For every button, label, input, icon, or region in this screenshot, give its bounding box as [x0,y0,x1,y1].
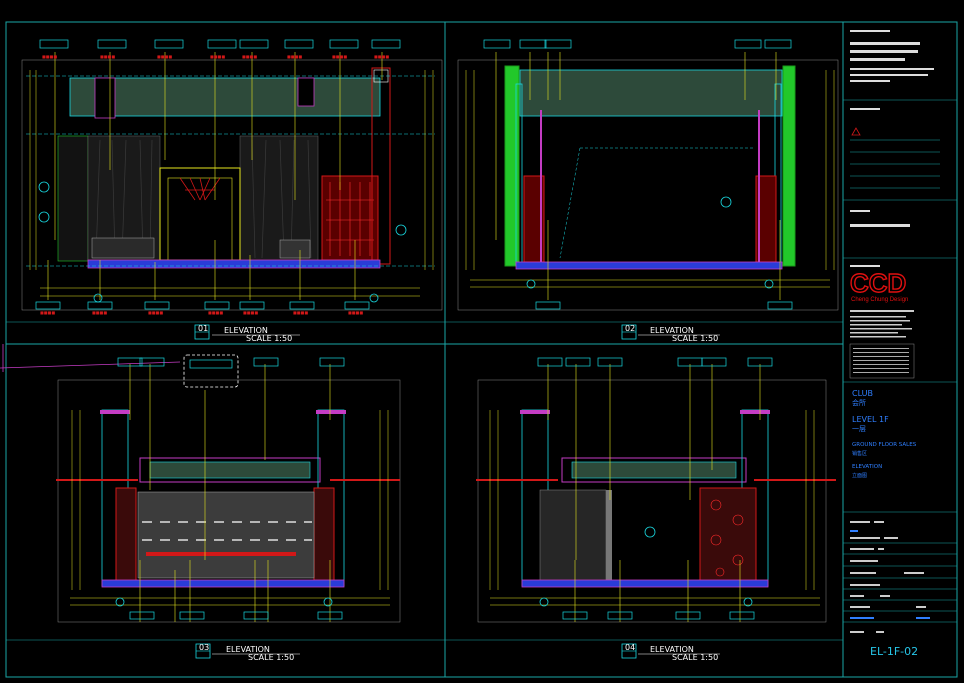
drawing-sheet: ■■■■ ■■■■ ■■■■ ■■■■ ■■■■ ■■■■ ■■■■ ■■■■ ■■■■ ■… [0,21,958,678]
brand-subtitle: Cheng Chung Design [851,297,908,303]
svg-text:■■■■: ■■■■ [157,54,172,59]
svg-text:■■■■: ■■■■ [210,54,225,59]
view-02-id: 02 [625,324,635,333]
svg-text:■■■■: ■■■■ [208,310,223,315]
warning-icon [851,127,861,136]
svg-text:■■■■: ■■■■ [374,54,389,59]
elevation-view-01: ■■■■ ■■■■ ■■■■ ■■■■ ■■■■ ■■■■ ■■■■ ■■■■ ■■■■ ■… [21,39,443,315]
view-01-scale: SCALE 1:50 [246,334,292,343]
elevation-view-02 [457,39,839,311]
svg-text:■■■■: ■■■■ [332,54,347,59]
elevation-view-03 [56,354,401,623]
caption-view-01: 01 ELEVATION SCALE 1:50 [194,324,300,343]
view-04-scale: SCALE 1:50 [672,653,718,662]
drawing-type-cn: 立面图 [852,472,867,479]
view-03-id: 03 [199,643,209,652]
caption-view-03: 03 ELEVATION SCALE 1:50 [195,643,300,662]
brand-logo: CCD [850,268,906,298]
svg-text:■■■■: ■■■■ [42,54,57,59]
view-03-scale: SCALE 1:50 [248,653,294,662]
drawing-type-en: ELEVATION [852,464,882,470]
project-name-cn: 会所 [852,398,866,407]
view-04-id: 04 [625,643,635,652]
view-02-scale: SCALE 1:50 [672,334,718,343]
svg-text:■■■■: ■■■■ [348,310,363,315]
section-marker-icon [526,196,774,289]
sheet-border [5,21,958,678]
area-cn: 销售区 [852,450,867,457]
leader-line-outside [0,361,181,369]
level-en: LEVEL 1F [852,415,889,424]
svg-text:■■■■: ■■■■ [293,310,308,315]
drawing-number: EL-1F-02 [870,645,918,658]
svg-text:■■■■: ■■■■ [92,310,107,315]
svg-text:■■■■: ■■■■ [243,310,258,315]
area-en: GROUND FLOOR SALES [852,442,917,448]
svg-text:■■■■: ■■■■ [100,54,115,59]
svg-text:■■■■: ■■■■ [287,54,302,59]
svg-text:■■■■: ■■■■ [40,310,55,315]
svg-text:■■■■: ■■■■ [148,310,163,315]
project-name-en: CLUB [852,389,873,398]
caption-view-02: 02 ELEVATION SCALE 1:50 [621,324,720,343]
level-cn: 一层 [852,425,866,433]
caption-view-04: 04 ELEVATION SCALE 1:50 [621,643,720,662]
svg-text:■■■■: ■■■■ [242,54,257,59]
elevation-view-04 [476,357,836,623]
view-01-id: 01 [198,324,208,333]
title-block: CCD Cheng Chung Design CLUB 会所 LEVEL 1F … [843,30,957,658]
